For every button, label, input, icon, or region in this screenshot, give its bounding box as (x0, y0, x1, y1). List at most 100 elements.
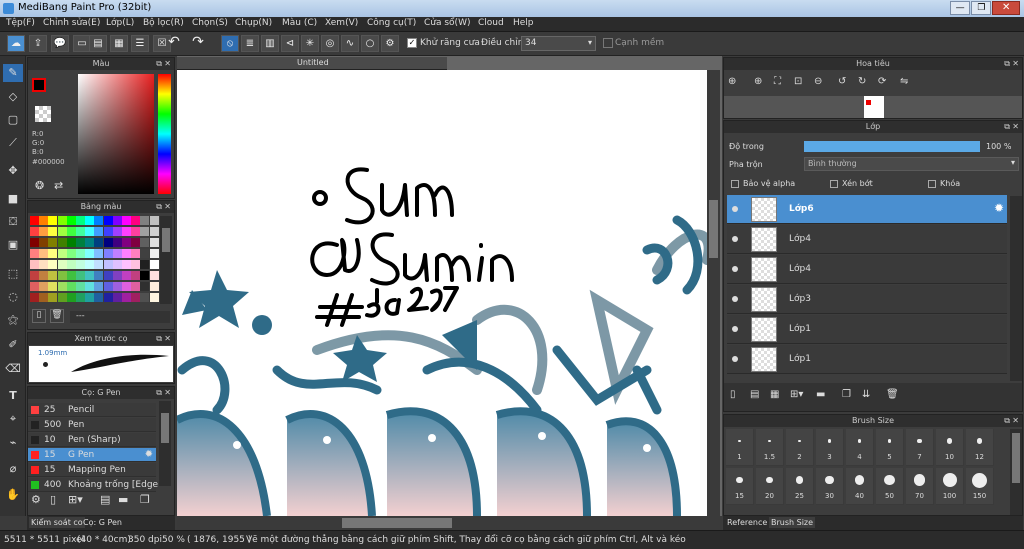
menu-help[interactable]: Help (513, 18, 534, 28)
palette-swatch[interactable] (122, 260, 131, 269)
palette-swatch[interactable] (85, 227, 95, 236)
palette-swatch[interactable] (122, 227, 131, 236)
palette-swatch[interactable] (112, 282, 122, 291)
palette-swatch[interactable] (94, 216, 104, 225)
palette-swatch[interactable] (39, 293, 49, 302)
palette-swatch[interactable] (140, 260, 150, 269)
palette-swatch[interactable] (85, 238, 95, 247)
palette-swatch[interactable] (30, 282, 39, 291)
layer-row[interactable]: Lớp4 (727, 255, 1007, 284)
brushsize-cell[interactable]: 70 (906, 468, 934, 505)
reset-rotation-icon[interactable]: ⟳ (878, 76, 886, 87)
layer-scrollbar[interactable] (1010, 196, 1022, 381)
palette-swatch[interactable] (103, 249, 113, 258)
palette-swatch[interactable] (149, 260, 159, 269)
palette-swatch[interactable] (76, 271, 85, 280)
palette-swatch[interactable] (94, 249, 104, 258)
palette-swatch[interactable] (30, 293, 39, 302)
ring-icon[interactable]: ○ (361, 35, 379, 52)
hand-tool-icon[interactable]: ✋ (3, 486, 23, 504)
palette-swatch[interactable] (140, 249, 150, 258)
palette-swatch[interactable] (94, 238, 104, 247)
brushsize-cell[interactable]: 2 (786, 429, 814, 466)
brushsize-cell[interactable]: 1 (726, 429, 754, 466)
clip-checkbox[interactable] (830, 180, 838, 188)
palette-swatch[interactable] (48, 282, 58, 291)
palette-swatch[interactable] (140, 227, 150, 236)
detach-icon[interactable]: ⧉ (1004, 58, 1010, 70)
palette-selector[interactable]: --- (70, 311, 170, 323)
menu-window[interactable]: Cửa sổ(W) (424, 18, 470, 28)
color-swap-icon[interactable]: ⇄ (54, 179, 63, 192)
palette-swatch[interactable] (112, 293, 122, 302)
palette-swatch[interactable] (103, 260, 113, 269)
brush-row[interactable]: 25 Pencil (28, 403, 156, 417)
layer-row[interactable]: Lớp6 ✹ (727, 195, 1007, 224)
palette-swatch[interactable] (85, 282, 95, 291)
palette-swatch[interactable] (149, 282, 159, 291)
grid-doc-icon[interactable]: ▦ (110, 35, 128, 52)
palette-swatch[interactable] (112, 271, 122, 280)
palette-swatch[interactable] (48, 227, 58, 236)
palette-swatch[interactable] (149, 293, 159, 302)
export-icon[interactable]: ⇪ (29, 35, 47, 52)
palette-swatch[interactable] (94, 227, 104, 236)
eye-icon[interactable] (732, 326, 738, 332)
palette-swatch[interactable] (57, 227, 67, 236)
palette-swatch[interactable] (76, 238, 85, 247)
color-field[interactable] (78, 74, 154, 194)
menu-filter[interactable]: Bộ lọc(R) (143, 18, 184, 28)
copy-brush-icon[interactable]: ▤ (100, 493, 110, 506)
palette-swatch[interactable] (48, 271, 58, 280)
cloud-icon[interactable]: ☁ (7, 35, 25, 52)
merge-layer-icon[interactable]: ⇊ (862, 389, 870, 400)
menu-cloud[interactable]: Cloud (478, 18, 504, 28)
eye-icon[interactable] (732, 356, 738, 362)
restore-icon[interactable]: ❐ (971, 1, 992, 15)
palette-swatch[interactable] (94, 271, 104, 280)
palette-swatch[interactable] (57, 293, 67, 302)
palette-swatch[interactable] (57, 249, 67, 258)
scroll-thumb[interactable] (709, 200, 718, 258)
bucket-tool-icon[interactable]: ⛋ (3, 213, 23, 231)
adjust-dropdown[interactable]: 34 ▾ (521, 36, 596, 51)
palette-swatch[interactable] (94, 282, 104, 291)
close-icon[interactable]: ✕ (164, 387, 171, 399)
no-snap-icon[interactable]: ⦸ (221, 35, 239, 52)
palette-swatch[interactable] (66, 238, 76, 247)
antialias-checkbox[interactable]: ✓ (407, 38, 417, 48)
palette-swatch[interactable] (39, 282, 49, 291)
brush-list-scrollbar[interactable] (159, 401, 171, 486)
palette-swatch[interactable] (122, 293, 131, 302)
radial-snap-icon[interactable]: ✳ (301, 35, 319, 52)
tab-brush-size[interactable]: Brush Size (769, 517, 816, 528)
palette-swatch[interactable] (122, 282, 131, 291)
palette-swatch[interactable] (149, 227, 159, 236)
palette-swatch[interactable] (112, 216, 122, 225)
close-icon[interactable]: ✕ (164, 58, 171, 70)
brushsize-cell[interactable]: 50 (876, 468, 904, 505)
menu-view[interactable]: Xem(V) (325, 18, 358, 28)
brushsize-cell[interactable]: 1.5 (756, 429, 784, 466)
palette-swatch[interactable] (48, 249, 58, 258)
parallel-snap-icon[interactable]: ≣ (241, 35, 259, 52)
new-layer-icon[interactable]: ▯ (730, 389, 736, 400)
palette-swatch[interactable] (103, 271, 113, 280)
palette-swatch[interactable] (112, 260, 122, 269)
operation-tool-icon[interactable]: ⌖ (3, 410, 23, 428)
palette-swatch[interactable] (112, 238, 122, 247)
document-icon[interactable]: ▤ (89, 35, 107, 52)
palette-swatch[interactable] (30, 260, 39, 269)
scroll-thumb[interactable] (161, 413, 169, 443)
palette-swatch[interactable] (94, 293, 104, 302)
close-icon[interactable]: ✕ (1012, 415, 1019, 427)
brushsize-cell[interactable]: 5 (876, 429, 904, 466)
undo-icon[interactable]: ↶ (163, 35, 185, 52)
detach-icon[interactable]: ⧉ (156, 333, 162, 345)
palette-swatch[interactable] (140, 238, 150, 247)
palette-swatch[interactable] (76, 293, 85, 302)
edge-checkbox[interactable] (603, 38, 613, 48)
eye-icon[interactable] (732, 236, 738, 242)
brushsize-cell[interactable]: 30 (816, 468, 844, 505)
line-tool-icon[interactable]: ⟋ (3, 134, 23, 152)
